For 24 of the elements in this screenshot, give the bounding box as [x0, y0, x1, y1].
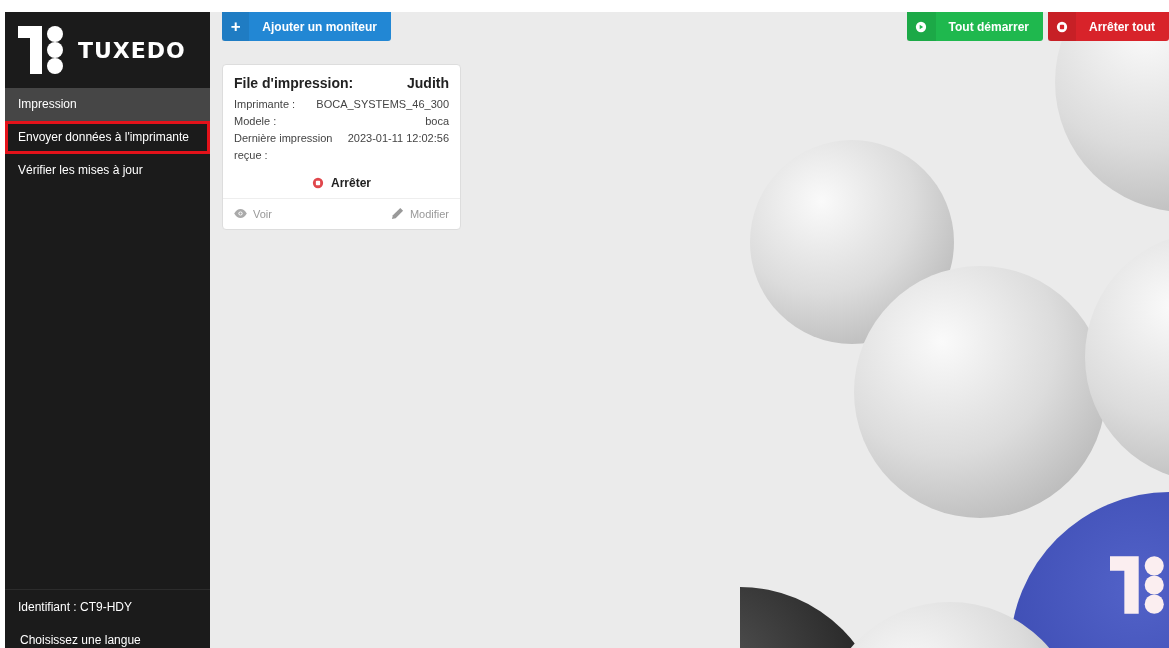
stop-all-button[interactable]: Arrêter tout [1048, 12, 1169, 41]
card-title: File d'impression: [234, 75, 354, 91]
sidebar-item[interactable]: Envoyer données à l'imprimante [5, 121, 210, 154]
stop-icon [312, 177, 324, 189]
field-label: Modele : [234, 114, 277, 129]
play-icon [915, 20, 928, 33]
logo-icon [1110, 556, 1165, 614]
stop-icon [1056, 20, 1068, 33]
eye-icon [234, 209, 247, 218]
language-link[interactable]: Choisissez une langue [5, 624, 210, 648]
logo-icon [18, 26, 64, 74]
logo-text: TUXEDO [78, 37, 186, 63]
stop-button[interactable]: Arrêter [312, 174, 371, 192]
field-value: 2023-01-11 12:02:56 [347, 131, 449, 146]
field-value: boca [425, 114, 449, 129]
pencil-icon [390, 207, 404, 220]
field-label: Imprimante : [234, 97, 296, 112]
sidebar-item[interactable]: Vérifier les mises à jour [5, 154, 210, 187]
sidebar-item[interactable]: Impression [5, 88, 210, 121]
field-value: BOCA_SYSTEMS_46_300 [316, 97, 449, 112]
field-label: Dernière impression reçue : [234, 131, 334, 163]
monitor-name: Judith [407, 75, 449, 91]
add-monitor-button[interactable]: + Ajouter un moniteur [222, 12, 391, 41]
identifier-text: Identifiant : CT9-HDY [17, 599, 134, 616]
